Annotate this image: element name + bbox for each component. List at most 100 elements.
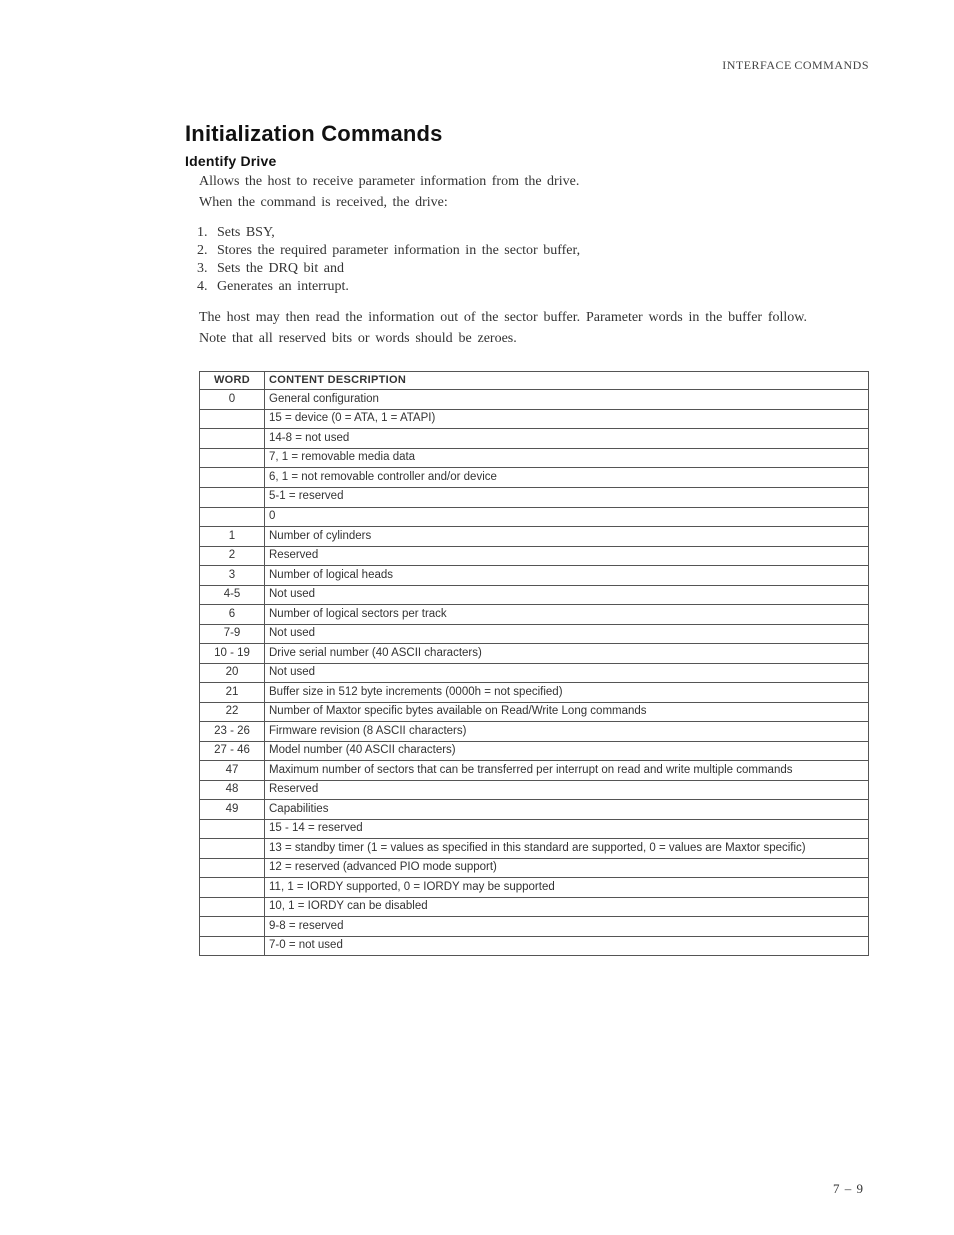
intro-line: Allows the host to receive parameter inf… [199, 173, 869, 192]
col-header-desc: CONTENT DESCRIPTION [265, 371, 869, 390]
cell-word: 23 - 26 [200, 722, 265, 742]
table-row: 0 [200, 507, 869, 527]
table-row: 15 = device (0 = ATA, 1 = ATAPI) [200, 409, 869, 429]
table-row: 10, 1 = IORDY can be disabled [200, 897, 869, 917]
cell-word: 0 [200, 390, 265, 410]
table-row: 47Maximum number of sectors that can be … [200, 761, 869, 781]
cell-desc: 15 = device (0 = ATA, 1 = ATAPI) [265, 409, 869, 429]
cell-desc: 0 [265, 507, 869, 527]
table-row: 22Number of Maxtor specific bytes availa… [200, 702, 869, 722]
cell-desc: Number of logical heads [265, 566, 869, 586]
page: INTERFACE COMMANDS Initialization Comman… [0, 0, 954, 1235]
table-row: 6, 1 = not removable controller and/or d… [200, 468, 869, 488]
cell-desc: 7, 1 = removable media data [265, 448, 869, 468]
table-row: 5-1 = reserved [200, 487, 869, 507]
page-number: 7 – 9 [833, 1181, 864, 1197]
cell-word: 47 [200, 761, 265, 781]
cell-word [200, 839, 265, 859]
cell-word: 10 - 19 [200, 644, 265, 664]
cell-desc: 9-8 = reserved [265, 917, 869, 937]
cell-word: 2 [200, 546, 265, 566]
table-row: 11, 1 = IORDY supported, 0 = IORDY may b… [200, 878, 869, 898]
step-item: Generates an interrupt. [213, 279, 869, 295]
cell-desc: 5-1 = reserved [265, 487, 869, 507]
cell-word: 49 [200, 800, 265, 820]
cell-word: 1 [200, 527, 265, 547]
cell-word: 6 [200, 605, 265, 625]
cell-word [200, 897, 265, 917]
cell-desc: 12 = reserved (advanced PIO mode support… [265, 858, 869, 878]
table-row: 7-9Not used [200, 624, 869, 644]
cell-desc: General configuration [265, 390, 869, 410]
step-item: Sets the DRQ bit and [213, 261, 869, 277]
cell-word: 4-5 [200, 585, 265, 605]
cell-desc: 11, 1 = IORDY supported, 0 = IORDY may b… [265, 878, 869, 898]
table-row: 1Number of cylinders [200, 527, 869, 547]
table-row: 2Reserved [200, 546, 869, 566]
table-row: 49Capabilities [200, 800, 869, 820]
section-title: Initialization Commands [185, 121, 869, 147]
cell-desc: Firmware revision (8 ASCII characters) [265, 722, 869, 742]
cell-word [200, 429, 265, 449]
col-header-word: WORD [200, 371, 265, 390]
identify-drive-table: WORD CONTENT DESCRIPTION 0General config… [199, 371, 869, 957]
table-row: 4-5Not used [200, 585, 869, 605]
table-row: 6Number of logical sectors per track [200, 605, 869, 625]
cell-word [200, 487, 265, 507]
table-row: 23 - 26Firmware revision (8 ASCII charac… [200, 722, 869, 742]
cell-word [200, 858, 265, 878]
cell-desc: 14-8 = not used [265, 429, 869, 449]
cell-desc: 15 - 14 = reserved [265, 819, 869, 839]
cell-desc: Number of cylinders [265, 527, 869, 547]
cell-desc: Capabilities [265, 800, 869, 820]
cell-desc: Model number (40 ASCII characters) [265, 741, 869, 761]
cell-word [200, 468, 265, 488]
after-block: The host may then read the information o… [199, 309, 869, 349]
cell-desc: Buffer size in 512 byte increments (0000… [265, 683, 869, 703]
after-line: Note that all reserved bits or words sho… [199, 330, 869, 349]
cell-word: 22 [200, 702, 265, 722]
table-row: 12 = reserved (advanced PIO mode support… [200, 858, 869, 878]
table-row: 7, 1 = removable media data [200, 448, 869, 468]
cell-word: 7-9 [200, 624, 265, 644]
step-item: Sets BSY, [213, 225, 869, 241]
cell-desc: Not used [265, 585, 869, 605]
table-row: 14-8 = not used [200, 429, 869, 449]
table-row: 3Number of logical heads [200, 566, 869, 586]
cell-desc: Not used [265, 663, 869, 683]
table-header-row: WORD CONTENT DESCRIPTION [200, 371, 869, 390]
table-row: 15 - 14 = reserved [200, 819, 869, 839]
intro-block: Allows the host to receive parameter inf… [199, 173, 869, 213]
running-head: INTERFACE COMMANDS [185, 58, 869, 73]
cell-word [200, 936, 265, 956]
table-row: 10 - 19Drive serial number (40 ASCII cha… [200, 644, 869, 664]
cell-word [200, 917, 265, 937]
cell-desc: 7-0 = not used [265, 936, 869, 956]
cell-desc: 10, 1 = IORDY can be disabled [265, 897, 869, 917]
cell-word: 48 [200, 780, 265, 800]
cell-word: 27 - 46 [200, 741, 265, 761]
intro-line: When the command is received, the drive: [199, 194, 869, 213]
cell-word [200, 878, 265, 898]
cell-word [200, 448, 265, 468]
table-row: 7-0 = not used [200, 936, 869, 956]
table-row: 48Reserved [200, 780, 869, 800]
cell-word: 3 [200, 566, 265, 586]
table-row: 0General configuration [200, 390, 869, 410]
cell-desc: Not used [265, 624, 869, 644]
cell-word [200, 409, 265, 429]
cell-word: 21 [200, 683, 265, 703]
table-row: 13 = standby timer (1 = values as specif… [200, 839, 869, 859]
cell-word [200, 507, 265, 527]
table-row: 20Not used [200, 663, 869, 683]
cell-desc: Maximum number of sectors that can be tr… [265, 761, 869, 781]
cell-desc: 13 = standby timer (1 = values as specif… [265, 839, 869, 859]
cell-word: 20 [200, 663, 265, 683]
table-row: 9-8 = reserved [200, 917, 869, 937]
cell-desc: Number of Maxtor specific bytes availabl… [265, 702, 869, 722]
table-body: 0General configuration15 = device (0 = A… [200, 390, 869, 956]
step-item: Stores the required parameter informatio… [213, 243, 869, 259]
after-line: The host may then read the information o… [199, 309, 869, 328]
table-row: 27 - 46Model number (40 ASCII characters… [200, 741, 869, 761]
cell-desc: Reserved [265, 546, 869, 566]
